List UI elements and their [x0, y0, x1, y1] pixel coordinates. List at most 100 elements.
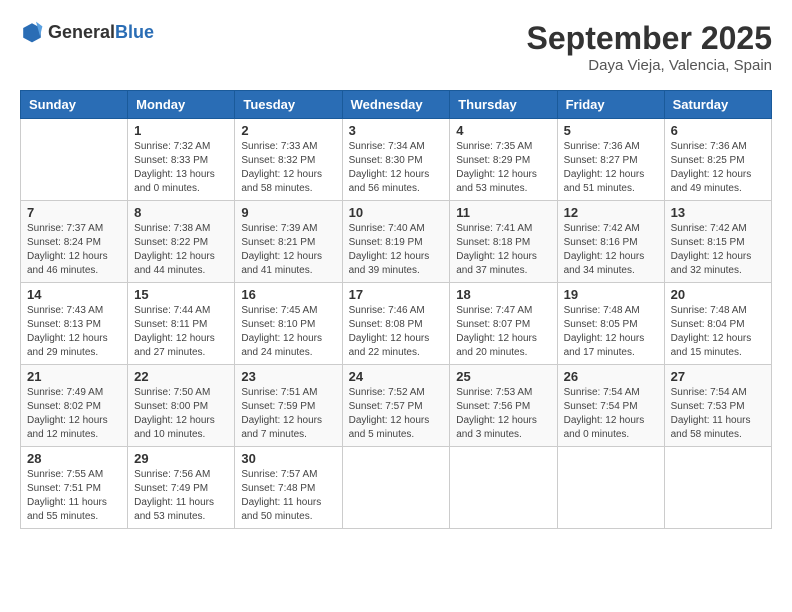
day-number: 9	[241, 205, 335, 220]
calendar-dow-header: Friday	[557, 91, 664, 119]
calendar-cell: 8 Sunrise: 7:38 AMSunset: 8:22 PMDaylight…	[128, 201, 235, 283]
calendar-week-row: 7Sunrise: 7:37 AMSunset: 8:24 PMDaylight…	[21, 201, 772, 283]
day-info: Sunrise: 7:41 AMSunset: 8:18 PMDaylight:…	[456, 222, 550, 278]
day-info: Sunrise: 7:48 AMSunset: 8:05 PMDaylight:…	[564, 304, 658, 360]
day-info: Sunrise: 7:54 AMSunset: 7:54 PMDaylight:…	[564, 386, 658, 442]
day-number: 23	[241, 369, 335, 384]
day-info: Sunrise: 7:48 AMSunset: 8:04 PMDaylight:…	[671, 304, 765, 360]
calendar-week-row: 1Sunrise: 7:32 AMSunset: 8:33 PMDaylight…	[21, 119, 772, 201]
day-info: Sunrise: 7:36 AMSunset: 8:25 PMDaylight:…	[671, 140, 765, 196]
calendar-cell	[21, 119, 128, 201]
calendar-cell: 17Sunrise: 7:46 AMSunset: 8:08 PMDayligh…	[342, 283, 450, 365]
calendar-cell: 10Sunrise: 7:40 AMSunset: 8:19 PMDayligh…	[342, 201, 450, 283]
calendar-cell: 1Sunrise: 7:32 AMSunset: 8:33 PMDaylight…	[128, 119, 235, 201]
day-number: 20	[671, 287, 765, 302]
calendar-cell: 3 Sunrise: 7:34 AMSunset: 8:30 PMDaylight…	[342, 119, 450, 201]
day-info: Sunrise: 7:33 AMSunset: 8:32 PMDaylight:…	[241, 140, 335, 196]
calendar-cell: 21 Sunrise: 7:49 AMSunset: 8:02 PMDayligh…	[21, 365, 128, 447]
calendar-week-row: 28 Sunrise: 7:55 AMSunset: 7:51 PMDayligh…	[21, 447, 772, 529]
calendar-cell: 19 Sunrise: 7:48 AMSunset: 8:05 PMDayligh…	[557, 283, 664, 365]
calendar-cell	[664, 447, 771, 529]
day-info: Sunrise: 7:42 AMSunset: 8:16 PMDaylight:…	[564, 222, 658, 278]
calendar-week-row: 14 Sunrise: 7:43 AMSunset: 8:13 PMDayligh…	[21, 283, 772, 365]
day-info: Sunrise: 7:53 AMSunset: 7:56 PMDaylight:…	[456, 386, 550, 442]
day-number: 30	[241, 451, 335, 466]
calendar-cell: 28 Sunrise: 7:55 AMSunset: 7:51 PMDayligh…	[21, 447, 128, 529]
calendar-cell: 25 Sunrise: 7:53 AMSunset: 7:56 PMDayligh…	[450, 365, 557, 447]
page-header: GeneralBlue September 2025 Daya Vieja, V…	[20, 20, 772, 74]
calendar-cell: 4 Sunrise: 7:35 AMSunset: 8:29 PMDaylight…	[450, 119, 557, 201]
day-number: 19	[564, 287, 658, 302]
day-info: Sunrise: 7:34 AMSunset: 8:30 PMDaylight:…	[349, 140, 444, 196]
day-number: 10	[349, 205, 444, 220]
day-number: 2	[241, 123, 335, 138]
day-number: 5	[564, 123, 658, 138]
calendar-cell: 22Sunrise: 7:50 AMSunset: 8:00 PMDayligh…	[128, 365, 235, 447]
calendar-cell: 23 Sunrise: 7:51 AMSunset: 7:59 PMDayligh…	[235, 365, 342, 447]
day-number: 11	[456, 205, 550, 220]
day-number: 14	[27, 287, 121, 302]
day-number: 25	[456, 369, 550, 384]
day-number: 3	[349, 123, 444, 138]
day-number: 8	[134, 205, 228, 220]
calendar-week-row: 21 Sunrise: 7:49 AMSunset: 8:02 PMDayligh…	[21, 365, 772, 447]
calendar-table: SundayMondayTuesdayWednesdayThursdayFrid…	[20, 90, 772, 529]
day-number: 13	[671, 205, 765, 220]
calendar-cell: 7Sunrise: 7:37 AMSunset: 8:24 PMDaylight…	[21, 201, 128, 283]
day-info: Sunrise: 7:42 AMSunset: 8:15 PMDaylight:…	[671, 222, 765, 278]
day-number: 4	[456, 123, 550, 138]
calendar-cell: 18 Sunrise: 7:47 AMSunset: 8:07 PMDayligh…	[450, 283, 557, 365]
calendar-cell: 27 Sunrise: 7:54 AMSunset: 7:53 PMDayligh…	[664, 365, 771, 447]
day-number: 29	[134, 451, 228, 466]
calendar-dow-header: Thursday	[450, 91, 557, 119]
day-info: Sunrise: 7:47 AMSunset: 8:07 PMDaylight:…	[456, 304, 550, 360]
day-info: Sunrise: 7:44 AMSunset: 8:11 PMDaylight:…	[134, 304, 228, 360]
day-info: Sunrise: 7:56 AMSunset: 7:49 PMDaylight:…	[134, 468, 228, 524]
day-number: 27	[671, 369, 765, 384]
day-info: Sunrise: 7:52 AMSunset: 7:57 PMDaylight:…	[349, 386, 444, 442]
day-info: Sunrise: 7:46 AMSunset: 8:08 PMDaylight:…	[349, 304, 444, 360]
day-number: 16	[241, 287, 335, 302]
day-info: Sunrise: 7:51 AMSunset: 7:59 PMDaylight:…	[241, 386, 335, 442]
logo: GeneralBlue	[20, 20, 154, 44]
calendar-header-row: SundayMondayTuesdayWednesdayThursdayFrid…	[21, 91, 772, 119]
calendar-cell: 24 Sunrise: 7:52 AMSunset: 7:57 PMDayligh…	[342, 365, 450, 447]
location-title: Daya Vieja, Valencia, Spain	[527, 57, 772, 74]
calendar-dow-header: Saturday	[664, 91, 771, 119]
calendar-cell: 6 Sunrise: 7:36 AMSunset: 8:25 PMDaylight…	[664, 119, 771, 201]
day-info: Sunrise: 7:45 AMSunset: 8:10 PMDaylight:…	[241, 304, 335, 360]
calendar-cell	[557, 447, 664, 529]
calendar-cell: 20 Sunrise: 7:48 AMSunset: 8:04 PMDayligh…	[664, 283, 771, 365]
calendar-dow-header: Wednesday	[342, 91, 450, 119]
month-title: September 2025	[527, 20, 772, 57]
day-number: 22	[134, 369, 228, 384]
day-number: 6	[671, 123, 765, 138]
day-number: 15	[134, 287, 228, 302]
calendar-cell: 5 Sunrise: 7:36 AMSunset: 8:27 PMDaylight…	[557, 119, 664, 201]
day-info: Sunrise: 7:49 AMSunset: 8:02 PMDaylight:…	[27, 386, 121, 442]
calendar-dow-header: Sunday	[21, 91, 128, 119]
day-info: Sunrise: 7:43 AMSunset: 8:13 PMDaylight:…	[27, 304, 121, 360]
day-info: Sunrise: 7:57 AMSunset: 7:48 PMDaylight:…	[241, 468, 335, 524]
day-number: 24	[349, 369, 444, 384]
calendar-cell: 13 Sunrise: 7:42 AMSunset: 8:15 PMDayligh…	[664, 201, 771, 283]
day-number: 28	[27, 451, 121, 466]
day-info: Sunrise: 7:54 AMSunset: 7:53 PMDaylight:…	[671, 386, 765, 442]
calendar-cell: 2 Sunrise: 7:33 AMSunset: 8:32 PMDaylight…	[235, 119, 342, 201]
calendar-cell: 16 Sunrise: 7:45 AMSunset: 8:10 PMDayligh…	[235, 283, 342, 365]
day-info: Sunrise: 7:55 AMSunset: 7:51 PMDaylight:…	[27, 468, 121, 524]
title-block: September 2025 Daya Vieja, Valencia, Spa…	[527, 20, 772, 74]
day-info: Sunrise: 7:37 AMSunset: 8:24 PMDaylight:…	[27, 222, 121, 278]
day-number: 18	[456, 287, 550, 302]
calendar-cell: 14 Sunrise: 7:43 AMSunset: 8:13 PMDayligh…	[21, 283, 128, 365]
day-info: Sunrise: 7:35 AMSunset: 8:29 PMDaylight:…	[456, 140, 550, 196]
day-number: 1	[134, 123, 228, 138]
calendar-cell	[450, 447, 557, 529]
day-number: 21	[27, 369, 121, 384]
generalblue-icon	[20, 20, 44, 44]
calendar-cell: 11 Sunrise: 7:41 AMSunset: 8:18 PMDayligh…	[450, 201, 557, 283]
calendar-cell: 26Sunrise: 7:54 AMSunset: 7:54 PMDayligh…	[557, 365, 664, 447]
day-info: Sunrise: 7:38 AMSunset: 8:22 PMDaylight:…	[134, 222, 228, 278]
day-info: Sunrise: 7:36 AMSunset: 8:27 PMDaylight:…	[564, 140, 658, 196]
logo-general-text: General	[48, 22, 115, 42]
